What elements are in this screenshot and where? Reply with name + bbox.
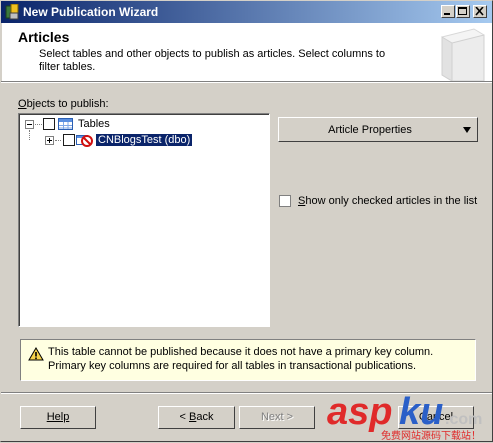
minimize-button[interactable]: [441, 5, 455, 18]
tree-node-tables[interactable]: Tables: [78, 117, 110, 132]
app-icon: [5, 4, 19, 20]
page-description: Select tables and other objects to publi…: [39, 48, 386, 73]
cnblogstest-checkbox[interactable]: [63, 134, 75, 146]
close-icon: [475, 7, 484, 16]
tree-collapse-toggle[interactable]: [25, 120, 34, 129]
warning-icon: [28, 347, 44, 361]
warning-message: This table cannot be published because i…: [48, 346, 434, 372]
cnblogstest-label: CNBlogsTest (dbo): [94, 133, 194, 147]
maximize-icon: [458, 7, 467, 15]
dropdown-arrow-icon: [463, 127, 471, 133]
window-title: New Publication Wizard: [23, 5, 159, 19]
header-separator: [1, 81, 492, 83]
cancel-button[interactable]: Cancel: [398, 406, 474, 429]
objects-tree[interactable]: Tables CNBlogsTest (dbo): [18, 113, 270, 327]
tables-checkbox[interactable]: [43, 118, 55, 130]
publication-book-icon: [441, 28, 485, 81]
table-icon: [58, 118, 73, 130]
article-properties-button[interactable]: Article Properties: [278, 117, 478, 142]
table-not-allowed-icon: [76, 135, 93, 147]
maximize-button[interactable]: [456, 5, 470, 18]
help-button[interactable]: Help: [20, 406, 96, 429]
close-button[interactable]: [473, 5, 487, 18]
show-only-checked-checkbox[interactable]: [279, 195, 291, 207]
minimize-icon: [444, 13, 450, 15]
next-button[interactable]: Next >: [239, 406, 315, 429]
warning-panel: This table cannot be published because i…: [20, 339, 476, 381]
page-title: Articles: [18, 29, 70, 45]
svg-text:免费网站源码下载站！: 免费网站源码下载站！: [381, 429, 481, 442]
svg-text:asp: asp: [327, 391, 392, 433]
objects-to-publish-label: Objects to publish:: [18, 98, 109, 110]
title-bar[interactable]: New Publication Wizard: [1, 1, 492, 23]
tree-expand-toggle[interactable]: [45, 136, 54, 145]
footer-separator: [1, 392, 492, 394]
show-only-checked-label: Show only checked articles in the list: [298, 195, 478, 207]
back-button[interactable]: < Back: [158, 406, 235, 429]
wizard-window: New Publication Wizard Articles Select t…: [0, 0, 493, 442]
wizard-header: Articles Select tables and other objects…: [2, 23, 492, 81]
tree-node-cnblogstest[interactable]: CNBlogsTest (dbo): [94, 133, 194, 148]
